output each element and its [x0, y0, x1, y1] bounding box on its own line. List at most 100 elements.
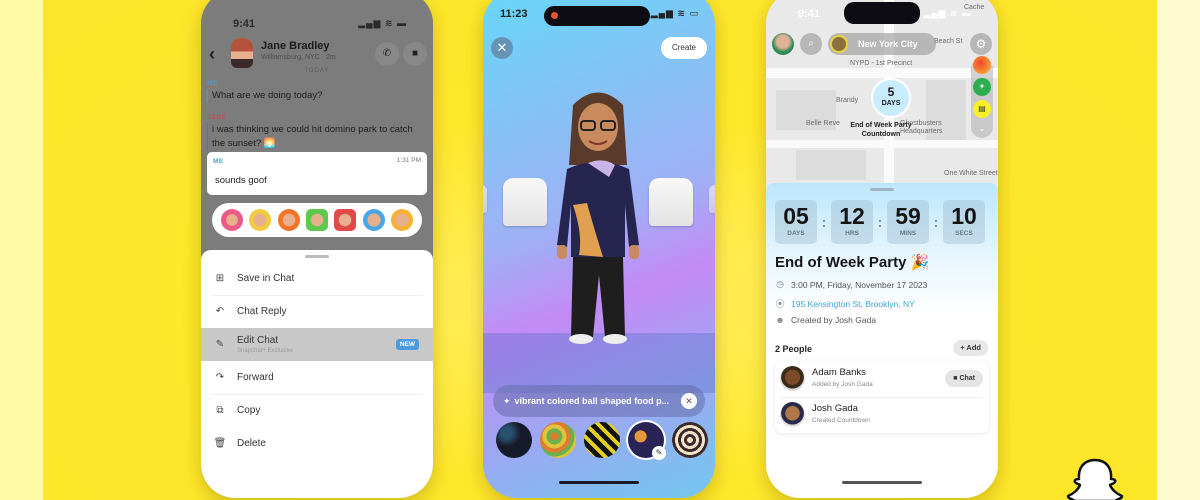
- edit-icon[interactable]: ✎: [652, 446, 666, 460]
- people-list: Adam Banks Added by Josh Gada ■ Chat Jos…: [775, 361, 989, 433]
- avatar: [780, 366, 805, 391]
- city-selector[interactable]: New York City: [828, 33, 936, 55]
- message-timestamp: 1:31 PM: [396, 157, 421, 164]
- menu-item-copy[interactable]: ⧉ Copy: [201, 394, 433, 427]
- hoodie-option[interactable]: [649, 178, 693, 226]
- list-item[interactable]: Josh Gada Created Countdown: [775, 397, 989, 433]
- selected-message[interactable]: ME 1:31 PM sounds goof: [207, 152, 427, 195]
- timer-days: 05 DAYS: [775, 200, 817, 244]
- ai-prompt-bar[interactable]: ✦ vibrant colored ball shaped food p... …: [493, 385, 705, 417]
- city-name: New York City: [858, 39, 918, 49]
- chevron-down-icon[interactable]: ⌄: [973, 120, 991, 138]
- menu-item-chat-reply[interactable]: ↶ Chat Reply: [201, 295, 433, 328]
- add-person-button[interactable]: + Add: [953, 340, 988, 356]
- person-subtitle: Added by Josh Gada: [812, 381, 873, 388]
- reaction-thumbs-up-icon[interactable]: [305, 209, 328, 231]
- status-icons: ▂▄▆ ≋ ▬: [358, 18, 407, 28]
- snap-map[interactable]: NYPD - 1st Precinct Brandy Belle Reve Gh…: [766, 0, 998, 190]
- event-location-row[interactable]: ⦿ 195 Kensington St, Brooklyn, NY: [775, 297, 915, 310]
- background-right-edge: [1157, 0, 1200, 500]
- recording-dot-icon: [551, 12, 558, 19]
- chat-message[interactable]: What are we doing today?: [207, 89, 423, 103]
- close-icon[interactable]: ✕: [491, 37, 513, 59]
- menu-item-label: Save in Chat: [237, 273, 295, 284]
- menu-item-label: Edit Chat: [237, 335, 279, 346]
- status-icons: ▂▄▆ ≋ ▭: [650, 8, 699, 18]
- sheet-grabber[interactable]: [305, 255, 329, 258]
- pattern-swatch[interactable]: [672, 422, 708, 458]
- chat-button[interactable]: ■ Chat: [945, 370, 983, 387]
- activity-layer-icon[interactable]: ✦: [973, 78, 991, 96]
- location-pin-icon: ⦿: [775, 299, 785, 309]
- timer-seconds: 10 SECS: [943, 200, 985, 244]
- timer-separator: :: [821, 214, 827, 230]
- contact-subtitle: Williamsburg, NYC · 2m: [261, 54, 336, 61]
- reply-icon: ↶: [215, 306, 225, 317]
- dynamic-island: [544, 6, 650, 26]
- countdown-map-bubble[interactable]: 5 DAYS: [871, 78, 911, 118]
- reaction-smile-icon[interactable]: [249, 209, 272, 231]
- timer-separator: :: [877, 214, 883, 230]
- save-icon: ⊞: [215, 273, 225, 284]
- chat-button-label: Chat: [959, 375, 975, 382]
- copy-icon: ⧉: [216, 405, 224, 416]
- message-sender: ME: [207, 80, 218, 87]
- trash-icon: 🗑: [213, 438, 227, 449]
- day-divider: TODAY: [304, 68, 330, 74]
- avatar[interactable]: [231, 38, 253, 68]
- menu-item-forward[interactable]: ↷ Forward: [201, 361, 433, 394]
- pattern-swatch[interactable]: [496, 422, 532, 458]
- menu-item-label: Chat Reply: [237, 306, 287, 317]
- clear-prompt-icon[interactable]: ✕: [681, 393, 697, 409]
- list-item[interactable]: Adam Banks Added by Josh Gada ■ Chat: [775, 361, 989, 397]
- pattern-carousel: ✎: [496, 422, 708, 460]
- heatmap-layer-icon[interactable]: [973, 56, 991, 74]
- chat-message[interactable]: i was thinking we could hit domino park …: [207, 123, 423, 151]
- timer-value: 12: [839, 203, 865, 229]
- hoodie-option[interactable]: [709, 185, 715, 213]
- pattern-swatch-selected[interactable]: ✎: [628, 422, 666, 460]
- sheet-grabber[interactable]: [870, 188, 894, 191]
- contact-name[interactable]: Jane Bradley: [261, 40, 329, 52]
- menu-item-save-in-chat[interactable]: ⊞ Save in Chat: [201, 262, 433, 295]
- map-layer-rail: ✦ ▤ ⌄: [971, 56, 993, 138]
- status-icons: ▂▄▆ ≋ ▬: [923, 8, 972, 18]
- chat-area: 9:41 ▂▄▆ ≋ ▬ ‹ Jane Bradley Williamsburg…: [201, 0, 433, 250]
- video-call-icon[interactable]: ■: [403, 42, 427, 66]
- reaction-heart-icon[interactable]: [221, 209, 244, 231]
- map-label: Brandy: [836, 97, 859, 104]
- countdown-timer: 05 DAYS : 12 HRS : 59 MINS : 10 SECS: [775, 200, 985, 244]
- reaction-fire-icon[interactable]: [277, 209, 300, 231]
- message-action-sheet: ⊞ Save in Chat ↶ Chat Reply ✎ Edit Chat …: [201, 250, 433, 498]
- event-title: End of Week Party 🎉: [775, 254, 930, 271]
- pattern-swatch[interactable]: [540, 422, 576, 458]
- gear-icon[interactable]: ⚙: [970, 33, 992, 55]
- event-creator: Created by Josh Gada: [791, 315, 877, 325]
- search-icon[interactable]: ⌕: [800, 33, 822, 55]
- menu-item-delete[interactable]: 🗑 Delete: [201, 427, 433, 460]
- reaction-sad-icon[interactable]: [334, 209, 357, 231]
- hoodie-option[interactable]: [503, 178, 547, 226]
- back-icon[interactable]: ‹: [209, 44, 227, 64]
- phone-chat-screen: 9:41 ▂▄▆ ≋ ▬ ‹ Jane Bradley Williamsburg…: [201, 0, 433, 498]
- phone-map-screen: NYPD - 1st Precinct Brandy Belle Reve Gh…: [766, 0, 998, 498]
- memories-layer-icon[interactable]: ▤: [973, 100, 991, 118]
- person-subtitle: Created Countdown: [812, 417, 870, 424]
- status-time: 9:41: [798, 8, 821, 20]
- sparkle-icon: ✦: [503, 395, 511, 406]
- countdown-event-panel: 05 DAYS : 12 HRS : 59 MINS : 10 SECS End…: [766, 183, 998, 498]
- reaction-laugh-icon[interactable]: [390, 209, 413, 231]
- reaction-cry-icon[interactable]: [362, 209, 385, 231]
- pattern-swatch[interactable]: [584, 422, 620, 458]
- timer-value: 05: [783, 203, 809, 229]
- timer-unit: MINS: [899, 230, 917, 237]
- avatar: [780, 402, 805, 427]
- status-time: 11:23: [500, 8, 528, 20]
- profile-avatar[interactable]: [772, 33, 794, 55]
- home-indicator: [559, 481, 639, 484]
- create-button[interactable]: Create: [660, 37, 707, 59]
- hoodie-option[interactable]: [483, 185, 487, 213]
- menu-item-edit-chat[interactable]: ✎ Edit Chat Snapchat+ Exclusive NEW: [201, 328, 433, 361]
- event-location[interactable]: 195 Kensington St, Brooklyn, NY: [791, 299, 915, 309]
- phone-call-icon[interactable]: ✆: [375, 42, 399, 66]
